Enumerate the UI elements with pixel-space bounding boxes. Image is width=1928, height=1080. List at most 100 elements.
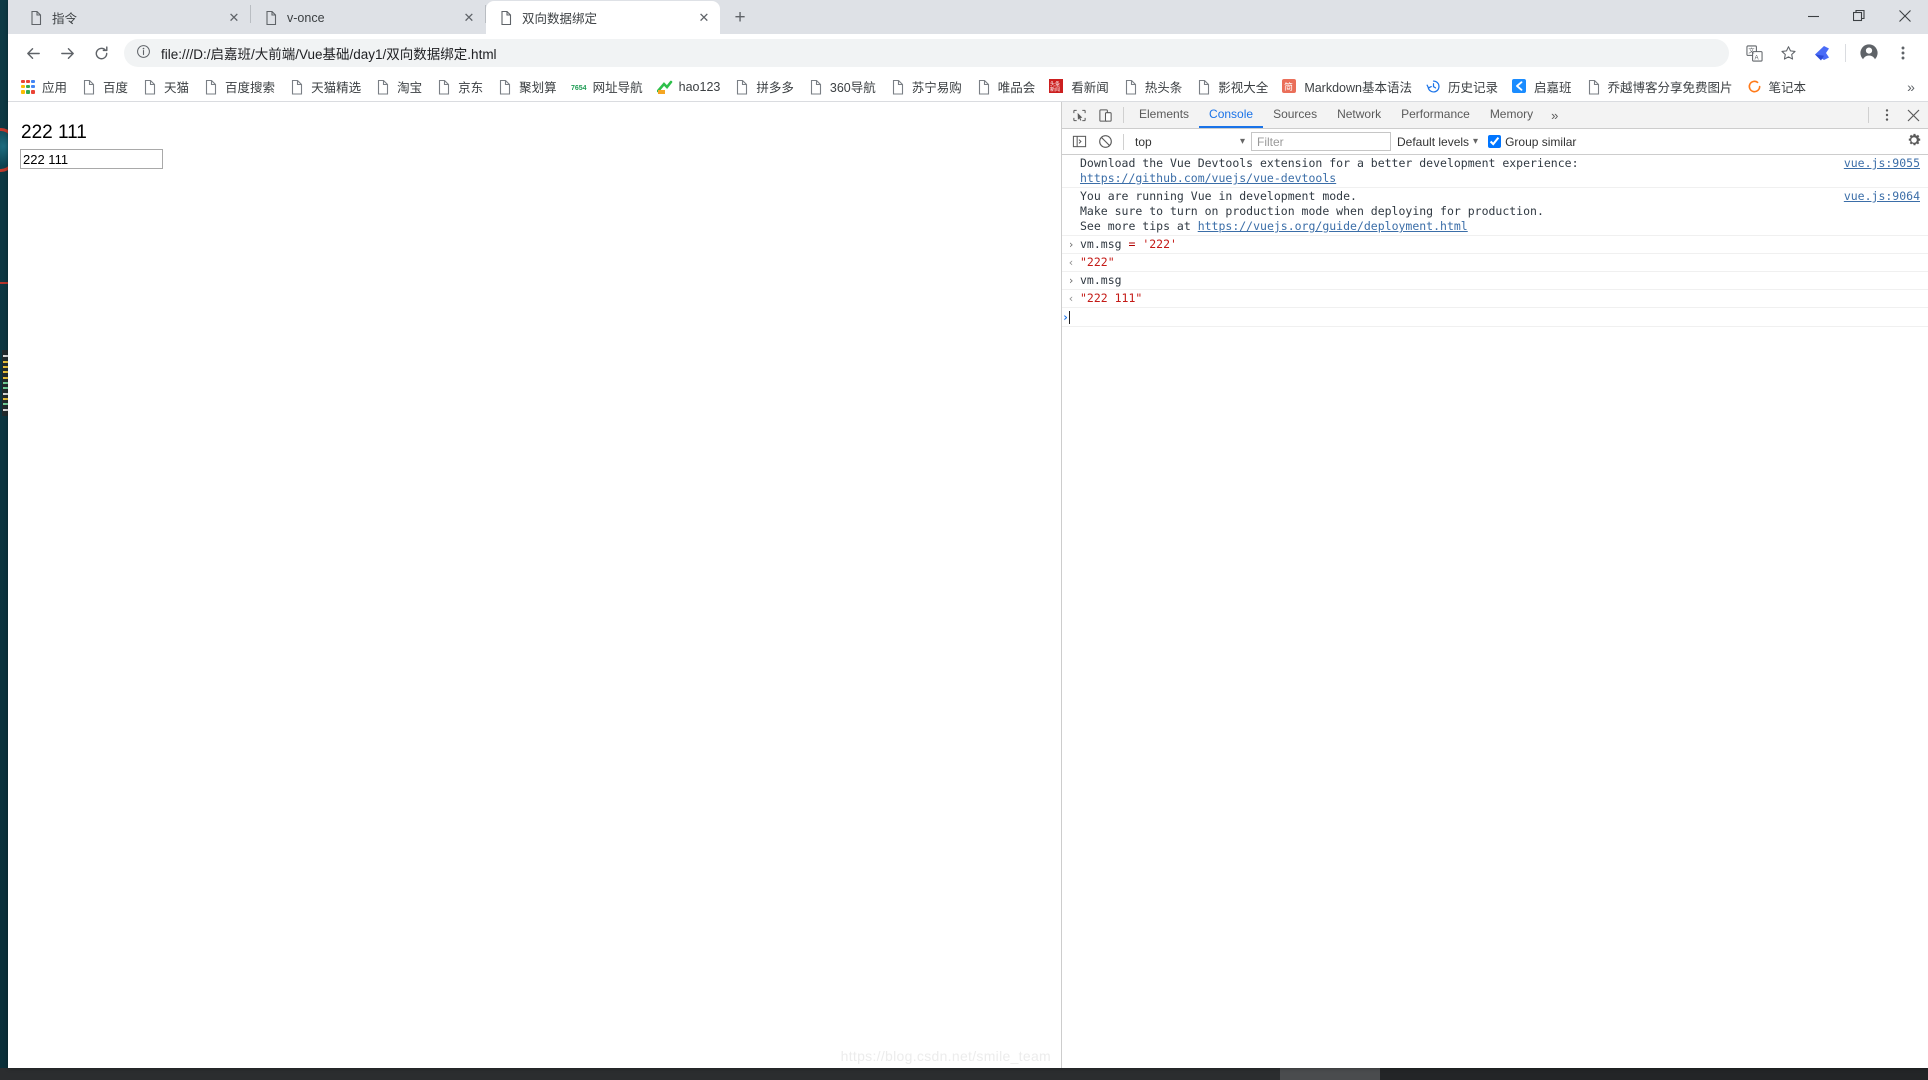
console-code-operator: =	[1128, 237, 1143, 251]
console-levels-selector[interactable]: Default levels ▾	[1397, 135, 1478, 149]
bookmark-notebook[interactable]: 笔记本	[1741, 75, 1813, 99]
bookmark-vip[interactable]: 唯品会	[970, 75, 1042, 99]
back-button[interactable]	[18, 38, 48, 68]
console-source-link[interactable]: vue.js:9055	[1844, 156, 1920, 170]
bookmark-markdown-syntax[interactable]: 简 Markdown基本语法	[1276, 75, 1418, 99]
bookmark-apps[interactable]: 应用	[14, 75, 73, 99]
clear-console-icon[interactable]	[1092, 130, 1118, 154]
tab-close-button[interactable]: ✕	[226, 10, 242, 26]
translate-icon[interactable]: 文A	[1739, 38, 1769, 68]
console-toolbar-divider	[1123, 133, 1124, 150]
gear-icon[interactable]	[1906, 132, 1922, 153]
group-similar-toggle[interactable]: Group similar	[1488, 135, 1576, 149]
browser-tab-2[interactable]: v-once ✕	[251, 1, 485, 34]
bookmark-star-icon[interactable]	[1773, 38, 1803, 68]
maximize-restore-button[interactable]	[1836, 0, 1882, 32]
inspect-cursor-icon[interactable]	[1066, 103, 1092, 127]
bookmark-label: Markdown基本语法	[1304, 81, 1412, 95]
device-toggle-icon[interactable]	[1092, 103, 1118, 127]
console-code-identifier: vm.msg	[1080, 237, 1129, 251]
chrome-browser-window: 指令 ✕ v-once ✕ 双向数据绑定 ✕ + file:///D:/启嘉班/…	[8, 0, 1928, 1068]
console-sidebar-icon[interactable]	[1066, 130, 1092, 154]
console-code-identifier: vm.msg	[1080, 273, 1122, 287]
devtools-tab-elements[interactable]: Elements	[1129, 102, 1199, 128]
page-icon	[436, 79, 452, 95]
windows-taskbar[interactable]	[0, 1068, 1928, 1080]
close-button[interactable]	[1882, 0, 1928, 32]
notebook-icon	[1747, 79, 1763, 95]
console-output-entry: ‹ "222"	[1062, 254, 1928, 272]
devtools-menu-icon[interactable]	[1874, 103, 1900, 127]
console-prompt-input[interactable]	[1068, 310, 1070, 324]
devtools-tab-sources[interactable]: Sources	[1263, 102, 1327, 128]
bookmark-jd[interactable]: 京东	[430, 75, 489, 99]
bookmark-juhuasuan[interactable]: 聚划算	[491, 75, 563, 99]
tab-close-button[interactable]: ✕	[696, 10, 712, 26]
site-info-icon[interactable]	[136, 44, 151, 62]
console-input-expression: vm.msg	[1080, 273, 1928, 288]
bookmarks-overflow-button[interactable]: »	[1900, 75, 1922, 99]
devtools-more-tabs-button[interactable]: »	[1543, 102, 1566, 128]
console-filter-input[interactable]: Filter	[1251, 132, 1391, 151]
devtools-tabbar-actions	[1863, 102, 1926, 128]
devtools-tab-console[interactable]: Console	[1199, 102, 1264, 128]
group-similar-checkbox[interactable]	[1488, 135, 1502, 148]
forward-button[interactable]	[52, 38, 82, 68]
bookmark-baidu[interactable]: 百度	[75, 75, 134, 99]
chrome-menu-icon[interactable]	[1888, 38, 1918, 68]
profile-icon[interactable]	[1854, 38, 1884, 68]
bookmark-label: 聚划算	[519, 81, 557, 95]
tab-title: 双向数据绑定	[522, 12, 598, 26]
console-message-text: You are running Vue in development mode.	[1080, 189, 1357, 203]
bookmark-hot-headlines[interactable]: 热头条	[1117, 75, 1189, 99]
watermark-text: https://blog.csdn.net/smile_team	[840, 1048, 1051, 1064]
address-bar[interactable]: file:///D:/启嘉班/大前端/Vue基础/day1/双向数据绑定.htm…	[124, 39, 1729, 67]
console-gutter	[1062, 156, 1080, 186]
svg-text:新闻: 新闻	[1050, 86, 1060, 93]
console-message-link[interactable]: https://vuejs.org/guide/deployment.html	[1198, 219, 1468, 233]
content-area: 222 111 https://blog.csdn.net/smile_team…	[8, 102, 1928, 1068]
bookmark-tmall[interactable]: 天猫	[136, 75, 195, 99]
message-input[interactable]	[20, 149, 163, 169]
console-prompt-row[interactable]: ›	[1062, 308, 1928, 327]
tab-close-button[interactable]: ✕	[461, 10, 477, 26]
bookmark-qijiaban[interactable]: 启嘉班	[1506, 75, 1578, 99]
jian-icon: 简	[1282, 78, 1298, 95]
browser-toolbar: file:///D:/启嘉班/大前端/Vue基础/day1/双向数据绑定.htm…	[8, 34, 1928, 72]
minimize-button[interactable]	[1790, 0, 1836, 32]
bookmark-news[interactable]: 头条 新闻 看新闻	[1043, 75, 1115, 99]
page-icon	[203, 79, 219, 95]
bookmark-taobao[interactable]: 淘宝	[369, 75, 428, 99]
bookmark-suning[interactable]: 苏宁易购	[884, 75, 968, 99]
bookmark-tmall-select[interactable]: 天猫精选	[283, 75, 367, 99]
console-context-selector[interactable]: top ▾	[1129, 132, 1249, 152]
browser-tab-1[interactable]: 指令 ✕	[16, 1, 250, 34]
devtools-tab-network[interactable]: Network	[1327, 102, 1391, 128]
console-output[interactable]: Download the Vue Devtools extension for …	[1062, 155, 1928, 1068]
bookmark-hao123[interactable]: hao123	[651, 75, 727, 99]
page-icon	[498, 10, 514, 26]
console-toolbar: top ▾ Filter Default levels ▾ Group simi…	[1062, 129, 1928, 155]
bookmark-website-nav[interactable]: 7654 网址导航	[565, 75, 649, 99]
reload-button[interactable]	[86, 38, 116, 68]
bookmark-movies[interactable]: 影视大全	[1190, 75, 1274, 99]
console-source-link[interactable]: vue.js:9064	[1844, 189, 1920, 203]
console-message-link[interactable]: https://github.com/vuejs/vue-devtools	[1080, 171, 1336, 185]
devtools-tab-performance[interactable]: Performance	[1391, 102, 1480, 128]
tab-title: v-once	[287, 10, 325, 25]
bookmark-360-nav[interactable]: 360导航	[802, 75, 882, 99]
window-controls	[1790, 0, 1928, 32]
bookmark-baidu-search[interactable]: 百度搜索	[197, 75, 281, 99]
devtools-tabbar: Elements Console Sources Network Perform…	[1062, 102, 1928, 129]
bookmark-pinduoduo[interactable]: 拼多多	[728, 75, 800, 99]
browser-tab-3-active[interactable]: 双向数据绑定 ✕	[486, 1, 720, 34]
extension-icon[interactable]	[1807, 38, 1837, 68]
new-tab-button[interactable]: +	[726, 3, 754, 31]
console-filter-placeholder: Filter	[1257, 134, 1284, 149]
devtools-close-icon[interactable]	[1900, 103, 1926, 127]
hao-7654-icon: 7654	[571, 79, 587, 95]
devtools-tab-memory[interactable]: Memory	[1480, 102, 1543, 128]
bookmark-history[interactable]: 历史记录	[1420, 75, 1504, 99]
page-icon	[81, 79, 97, 95]
bookmark-qiaoyue-blog[interactable]: 乔越博客分享免费图片	[1580, 75, 1739, 99]
